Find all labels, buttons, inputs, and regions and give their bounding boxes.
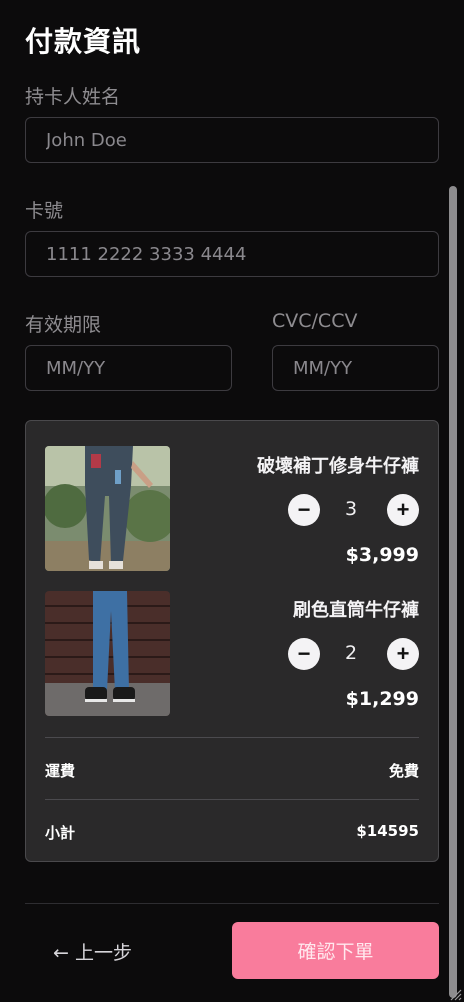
decrease-quantity-button[interactable]: − [288, 494, 320, 526]
resize-grip-icon[interactable] [448, 986, 462, 1001]
product-name: 刷色直筒牛仔褲 [293, 600, 419, 621]
cvc-input[interactable] [272, 345, 439, 391]
expiry-label: 有效期限 [25, 314, 102, 336]
page-title: 付款資訊 [25, 25, 142, 58]
cardholder-label: 持卡人姓名 [25, 86, 121, 108]
plus-icon: + [396, 641, 410, 666]
increase-quantity-button[interactable]: + [387, 638, 419, 670]
back-link[interactable]: ← 上一步 [53, 938, 132, 965]
summary-divider [45, 737, 419, 738]
increase-quantity-button[interactable]: + [387, 494, 419, 526]
quantity-value: 2 [344, 642, 358, 664]
cvc-label: CVC/CCV [272, 310, 358, 332]
order-summary-card: 破壞補丁修身牛仔褲 − 3 + $3,999 刷色直筒牛仔褲 − 2 + $1,… [25, 420, 439, 862]
minus-icon: − [297, 641, 311, 666]
scrollbar-thumb[interactable] [449, 186, 457, 998]
plus-icon: + [396, 497, 410, 522]
minus-icon: − [297, 497, 311, 522]
subtotal-value: $14595 [356, 822, 419, 840]
footer-divider [25, 903, 439, 904]
product-price: $3,999 [345, 544, 419, 566]
card-number-input[interactable] [25, 231, 439, 277]
shipping-label: 運費 [45, 762, 76, 780]
shipping-value: 免費 [388, 762, 419, 780]
product-image-distressed-jeans[interactable] [45, 446, 170, 571]
product-name: 破壞補丁修身牛仔褲 [257, 456, 419, 477]
confirm-order-button[interactable]: 確認下單 [232, 922, 439, 979]
cardholder-input[interactable] [25, 117, 439, 163]
payment-page: 付款資訊 持卡人姓名 卡號 有效期限 CVC/CCV 破壞 [0, 0, 464, 1002]
summary-divider [45, 799, 419, 800]
expiry-input[interactable] [25, 345, 232, 391]
card-number-label: 卡號 [25, 200, 64, 222]
quantity-value: 3 [344, 498, 358, 520]
product-price: $1,299 [345, 688, 419, 710]
subtotal-label: 小計 [45, 824, 76, 842]
product-image-washed-jeans[interactable] [45, 591, 170, 716]
decrease-quantity-button[interactable]: − [288, 638, 320, 670]
